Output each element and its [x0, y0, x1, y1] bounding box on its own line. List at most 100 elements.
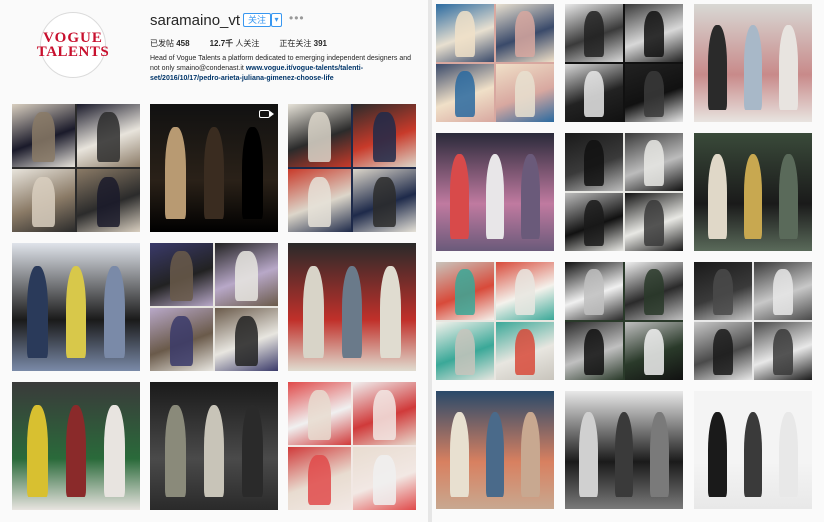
post-7[interactable] — [12, 382, 140, 510]
garment-figure — [643, 70, 665, 118]
profile-bio: Head of Vogue Talents a platform dedicat… — [150, 54, 422, 84]
model-figure — [708, 412, 728, 498]
post-grid-panel — [432, 0, 824, 522]
model-figure — [27, 405, 48, 498]
garment-figure — [583, 199, 605, 247]
garment-figure — [32, 111, 55, 162]
garment-figure — [583, 268, 605, 316]
garment-figure — [643, 139, 665, 187]
garment-figure — [583, 70, 605, 118]
garment-figure — [454, 70, 476, 118]
post-10[interactable] — [436, 4, 554, 122]
profile-panel: VOGUE TALENTS saramaino_vt 关注 ▾ ••• 已发帖 … — [0, 0, 428, 522]
posts-stat: 已发帖 458 — [150, 39, 190, 48]
garment-figure — [772, 268, 794, 316]
garment-figure — [308, 176, 331, 227]
post-14[interactable] — [565, 133, 683, 251]
post-18[interactable] — [694, 262, 812, 380]
model-figure — [520, 154, 540, 240]
garment-figure — [97, 111, 120, 162]
more-options-icon[interactable]: ••• — [289, 11, 305, 25]
profile-avatar[interactable]: VOGUE TALENTS — [36, 12, 110, 78]
garment-figure — [170, 315, 193, 366]
model-figure — [778, 25, 798, 111]
model-figure — [65, 266, 87, 359]
model-figure — [65, 405, 87, 498]
garment-figure — [583, 10, 605, 58]
garment-figure — [235, 315, 258, 366]
garment-figure — [308, 111, 331, 162]
model-figure — [708, 25, 728, 111]
post-9[interactable] — [288, 382, 416, 510]
model-figure — [743, 25, 763, 111]
post-16[interactable] — [436, 262, 554, 380]
garment-figure — [643, 10, 665, 58]
logo-text-vogue: VOGUE — [43, 30, 103, 46]
post-13[interactable] — [436, 133, 554, 251]
post-21[interactable] — [694, 391, 812, 509]
model-figure — [104, 405, 125, 498]
model-figure — [165, 405, 186, 498]
garment-figure — [772, 328, 794, 376]
model-figure — [27, 266, 48, 359]
garment-figure — [308, 389, 331, 440]
following-stat[interactable]: 正在关注 391 — [279, 38, 327, 49]
garment-figure — [514, 268, 536, 316]
post-5[interactable] — [150, 243, 278, 371]
garment-figure — [373, 454, 396, 505]
post-20[interactable] — [565, 391, 683, 509]
model-figure — [450, 412, 470, 498]
post-17[interactable] — [565, 262, 683, 380]
followers-stat[interactable]: 12.7千 人关注 — [210, 38, 260, 49]
garment-figure — [97, 176, 120, 227]
garment-figure — [583, 139, 605, 187]
post-12[interactable] — [694, 4, 812, 122]
garment-figure — [514, 10, 536, 58]
model-figure — [743, 154, 763, 240]
model-figure — [165, 127, 186, 220]
garment-figure — [454, 10, 476, 58]
model-figure — [778, 412, 798, 498]
post-6[interactable] — [288, 243, 416, 371]
post-11[interactable] — [565, 4, 683, 122]
garment-figure — [235, 250, 258, 301]
username: saramaino_vt — [150, 12, 241, 29]
model-figure — [743, 412, 763, 498]
garment-figure — [454, 328, 476, 376]
garment-figure — [32, 176, 55, 227]
post-1[interactable] — [12, 104, 140, 232]
garment-figure — [514, 328, 536, 376]
model-figure — [303, 266, 324, 359]
post-3[interactable] — [288, 104, 416, 232]
model-figure — [778, 154, 798, 240]
video-icon — [259, 110, 274, 118]
model-figure — [104, 266, 125, 359]
garment-figure — [643, 199, 665, 247]
post-19[interactable] — [436, 391, 554, 509]
model-figure — [450, 154, 470, 240]
model-figure — [520, 412, 540, 498]
model-figure — [485, 154, 505, 240]
logo-text-talents: TALENTS — [36, 44, 110, 60]
model-figure — [203, 405, 225, 498]
suggestions-dropdown-button[interactable]: ▾ — [271, 13, 282, 27]
garment-figure — [454, 268, 476, 316]
model-figure — [649, 412, 669, 498]
garment-figure — [643, 268, 665, 316]
model-figure — [614, 412, 634, 498]
garment-figure — [373, 389, 396, 440]
model-figure — [579, 412, 599, 498]
post-2[interactable] — [150, 104, 278, 232]
post-15[interactable] — [694, 133, 812, 251]
follow-button[interactable]: 关注 — [243, 13, 272, 27]
model-figure — [485, 412, 505, 498]
garment-figure — [712, 328, 734, 376]
post-8[interactable] — [150, 382, 278, 510]
model-figure — [708, 154, 728, 240]
garment-figure — [170, 250, 193, 301]
garment-figure — [514, 70, 536, 118]
post-4[interactable] — [12, 243, 140, 371]
profile-stats: 已发帖 458 12.7千 人关注 正在关注 391 — [150, 38, 327, 49]
model-figure — [242, 405, 263, 498]
model-figure — [203, 127, 225, 220]
